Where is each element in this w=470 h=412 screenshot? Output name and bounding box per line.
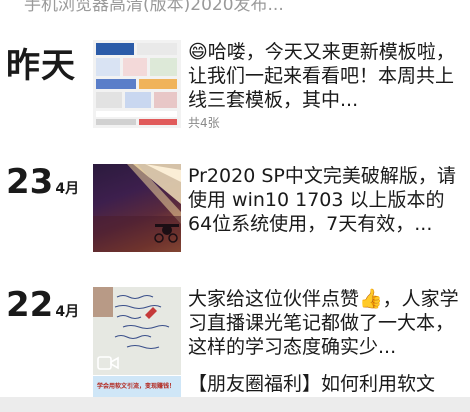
- post-text: Pr2020 SP中文完美破解版，请使用 win10 1703 以上版本的64位…: [188, 165, 456, 235]
- date-month: 4月: [55, 304, 80, 320]
- post-date: 22 4月: [6, 285, 79, 325]
- date-day: 23: [6, 162, 54, 202]
- post-thumbnail-video[interactable]: [93, 287, 181, 375]
- collage-image-icon: [93, 40, 181, 128]
- bottom-bar: [0, 397, 470, 412]
- thumbnail-caption: 学会用软文引流，变现赚钱！: [97, 383, 176, 390]
- post-thumbnail-collage[interactable]: [93, 40, 181, 128]
- post-thumbnail-poster[interactable]: [93, 164, 181, 252]
- poster-image-icon: [93, 164, 181, 252]
- moment-post-yesterday[interactable]: 昨天 😄哈喽，今天又来更新模板啦，让我们一起来看看吧！本周共上线三套模板，其中.…: [0, 38, 470, 138]
- previous-post-text: 手机浏览器高清(版本)2020发布...: [24, 0, 284, 12]
- moment-post-apr-23[interactable]: 23 4月 Pr2020 SP中文完美破解版，请使用 win10 1703 以上版…: [0, 162, 470, 262]
- post-text: 【朋友圈福利】如何利用软文: [188, 373, 436, 395]
- post-date: 昨天: [6, 46, 76, 86]
- date-day: 22: [6, 285, 54, 325]
- moment-post-apr-22[interactable]: 22 4月 大家给这位伙伴点赞👍，人家学习直播课光笔记都做了一大本，这样的学习态度…: [0, 285, 470, 375]
- video-camera-icon: [97, 355, 119, 371]
- post-text: 大家给这位伙伴点赞👍，人家学习直播课光笔记都做了一大本，这样的学习态度确实少..…: [188, 288, 459, 358]
- date-month: 4月: [55, 181, 80, 197]
- post-text: 😄哈喽，今天又来更新模板啦，让我们一起来看看吧！本周共上线三套模板，其中...: [188, 41, 455, 111]
- post-date: 23 4月: [6, 162, 79, 202]
- image-count: 共4张: [188, 116, 220, 130]
